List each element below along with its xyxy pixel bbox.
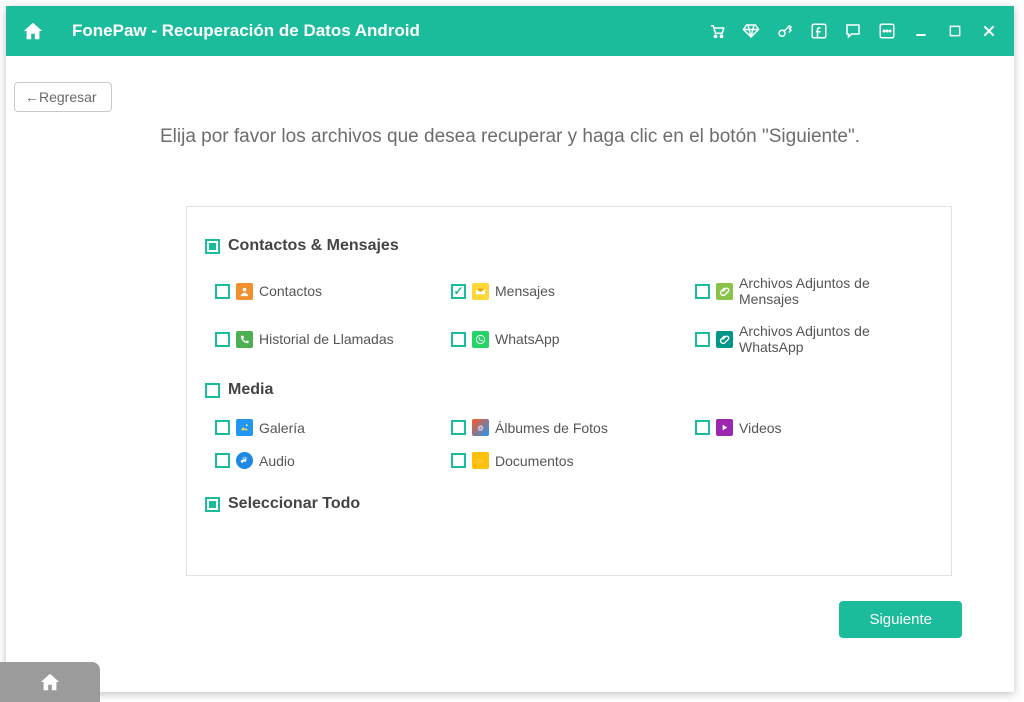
section-contacts-checkbox[interactable] [205, 239, 220, 254]
svg-text:@: @ [477, 425, 483, 432]
gallery-icon [236, 419, 253, 436]
whatsapp-icon [472, 331, 489, 348]
footer-home-tab[interactable] [0, 662, 100, 702]
section-media-header[interactable]: Media [205, 381, 933, 399]
option-albumes-fotos[interactable]: @ Álbumes de Fotos [451, 419, 695, 436]
section-contacts-label: Contactos & Mensajes [228, 237, 399, 255]
home-icon [39, 671, 61, 693]
cart-icon[interactable] [706, 20, 728, 42]
menu-icon[interactable] [876, 20, 898, 42]
checkbox[interactable] [451, 453, 466, 468]
videos-icon [716, 419, 733, 436]
option-contactos[interactable]: Contactos [215, 275, 451, 307]
checkbox[interactable] [695, 420, 710, 435]
option-historial-llamadas[interactable]: Historial de Llamadas [215, 323, 451, 355]
select-all-checkbox[interactable] [205, 497, 220, 512]
titlebar: FonePaw - Recuperación de Datos Android [6, 6, 1014, 56]
app-title: FonePaw - Recuperación de Datos Android [72, 21, 706, 41]
facebook-icon[interactable] [808, 20, 830, 42]
option-mensajes[interactable]: Mensajes [451, 275, 695, 307]
section-contacts-header[interactable]: Contactos & Mensajes [205, 237, 933, 255]
checkbox[interactable] [215, 284, 230, 299]
audio-icon [236, 452, 253, 469]
messages-icon [472, 283, 489, 300]
option-whatsapp[interactable]: WhatsApp [451, 323, 695, 355]
close-icon[interactable] [978, 20, 1000, 42]
option-galeria[interactable]: Galería [215, 419, 451, 436]
next-button[interactable]: Siguiente [839, 601, 962, 638]
instruction-text: Elija por favor los archivos que desea r… [6, 126, 1014, 148]
key-icon[interactable] [774, 20, 796, 42]
option-audio[interactable]: Audio [215, 452, 451, 469]
checkbox[interactable] [451, 420, 466, 435]
checkbox[interactable] [215, 453, 230, 468]
home-icon[interactable] [20, 18, 46, 44]
titlebar-actions [706, 20, 1000, 42]
section-media-label: Media [228, 381, 273, 399]
checkbox[interactable] [695, 332, 710, 347]
select-all-row[interactable]: Seleccionar Todo [205, 495, 933, 513]
attach-msg-icon [716, 283, 733, 300]
feedback-icon[interactable] [842, 20, 864, 42]
albums-icon: @ [472, 419, 489, 436]
checkbox[interactable] [695, 284, 710, 299]
select-all-label: Seleccionar Todo [228, 495, 360, 513]
maximize-icon[interactable] [944, 20, 966, 42]
file-types-panel: Contactos & Mensajes Contactos Mensajes [186, 206, 952, 576]
checkbox[interactable] [215, 420, 230, 435]
checkbox[interactable] [451, 332, 466, 347]
option-documentos[interactable]: Documentos [451, 452, 695, 469]
documents-icon [472, 452, 489, 469]
minimize-icon[interactable] [910, 20, 932, 42]
back-button[interactable]: ←Regresar [14, 82, 112, 112]
option-adjuntos-mensajes[interactable]: Archivos Adjuntos de Mensajes [695, 275, 933, 307]
attach-wa-icon [716, 331, 733, 348]
calls-icon [236, 331, 253, 348]
contacts-icon [236, 283, 253, 300]
arrow-left-icon: ← [25, 89, 39, 105]
option-videos[interactable]: Videos [695, 419, 933, 436]
section-media-checkbox[interactable] [205, 383, 220, 398]
checkbox[interactable] [451, 284, 466, 299]
checkbox[interactable] [215, 332, 230, 347]
diamond-icon[interactable] [740, 20, 762, 42]
back-label: Regresar [39, 89, 97, 105]
option-adjuntos-whatsapp[interactable]: Archivos Adjuntos de WhatsApp [695, 323, 933, 355]
